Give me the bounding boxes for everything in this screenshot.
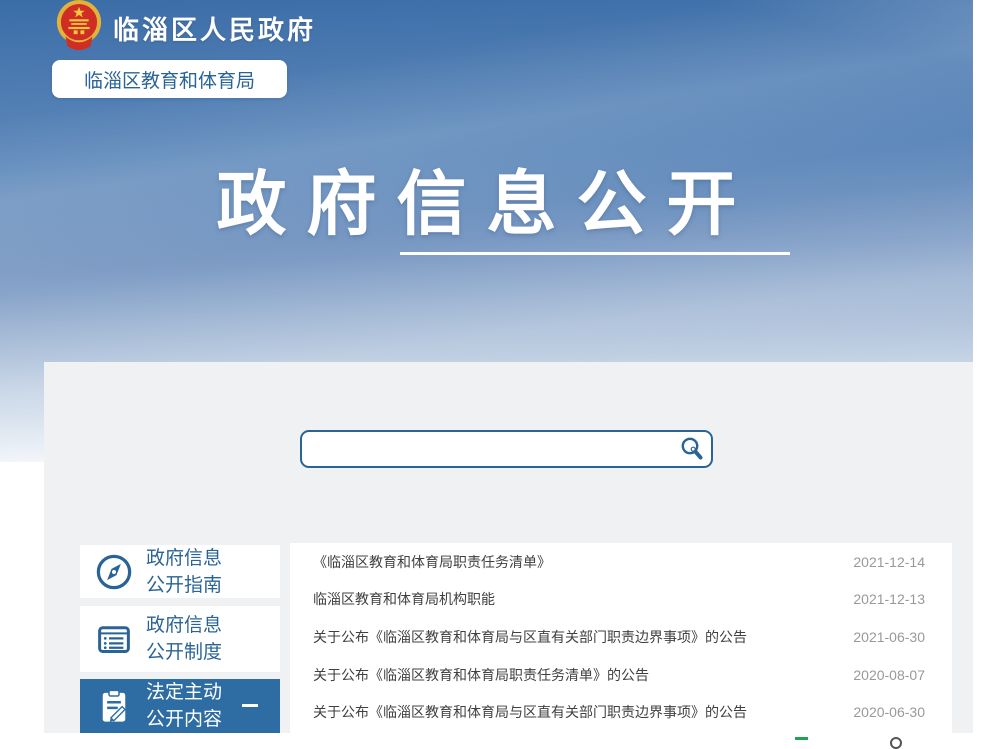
article-row[interactable]: 关于公布《临淄区教育和体育局与区直有关部门职责边界事项》的公告 2020-06-… [290,693,952,731]
title-underline [400,252,790,255]
footer-partial-round-icon [890,737,902,749]
ledger-icon [94,619,134,659]
article-row[interactable]: 关于公布《临淄区教育和体育局职责任务清单》的公告 2020-08-07 [290,656,952,694]
page-title: 政府信息公开 [0,148,973,249]
sidebar-item-label: 法定主动 公开内容 [146,679,222,733]
clipboard-edit-icon [94,686,134,726]
article-row[interactable]: 临淄区教育和体育局机构职能 2021-12-13 [290,581,952,619]
article-link[interactable]: 关于公布《临淄区教育和体育局职责任务清单》的公告 [313,665,649,685]
article-row[interactable]: 《临淄区教育和体育局职责任务清单》 2021-12-14 [290,543,952,581]
search-button[interactable] [673,432,711,466]
article-link[interactable]: 关于公布《临淄区教育和体育局与区直有关部门职责边界事项》的公告 [313,702,747,722]
search-input[interactable] [302,432,673,466]
article-date: 2021-12-13 [853,591,925,607]
article-date: 2020-08-07 [853,667,925,683]
page: { "page": { "site_name": "临淄区人民政府", "dep… [0,0,981,741]
site-header-link[interactable]: 临淄区人民政府 [55,0,316,56]
article-date: 2021-06-30 [853,629,925,645]
article-link[interactable]: 《临淄区教育和体育局职责任务清单》 [313,552,551,572]
article-link[interactable]: 关于公布《临淄区教育和体育局与区直有关部门职责边界事项》的公告 [313,627,747,647]
collapse-minus-icon[interactable] [242,704,258,707]
article-link[interactable]: 临淄区教育和体育局机构职能 [313,589,495,609]
sidebar-item-label: 政府信息 公开制度 [146,612,222,666]
site-name[interactable]: 临淄区人民政府 [113,10,316,47]
banner-streak [499,0,973,167]
sidebar-item-gov-info-system[interactable]: 政府信息 公开制度 [80,606,280,672]
search-icon [679,436,705,462]
article-date: 2020-06-30 [853,704,925,720]
sidebar-item-statutory-disclosure[interactable]: 法定主动 公开内容 [80,679,280,733]
national-emblem-icon [55,0,103,52]
article-date: 2021-12-14 [853,554,925,570]
article-list: 《临淄区教育和体育局职责任务清单》 2021-12-14 临淄区教育和体育局机构… [290,543,952,733]
compass-icon [94,552,134,592]
department-tab[interactable]: 临淄区教育和体育局 [52,60,287,98]
footer-partial-green-icon [795,737,808,740]
article-row[interactable]: 关于公布《临淄区教育和体育局与区直有关部门职责边界事项》的公告 2021-06-… [290,618,952,656]
search-box [300,430,713,468]
sidebar-item-gov-info-guide[interactable]: 政府信息 公开指南 [80,545,280,598]
sidebar-item-label: 政府信息 公开指南 [146,545,222,599]
